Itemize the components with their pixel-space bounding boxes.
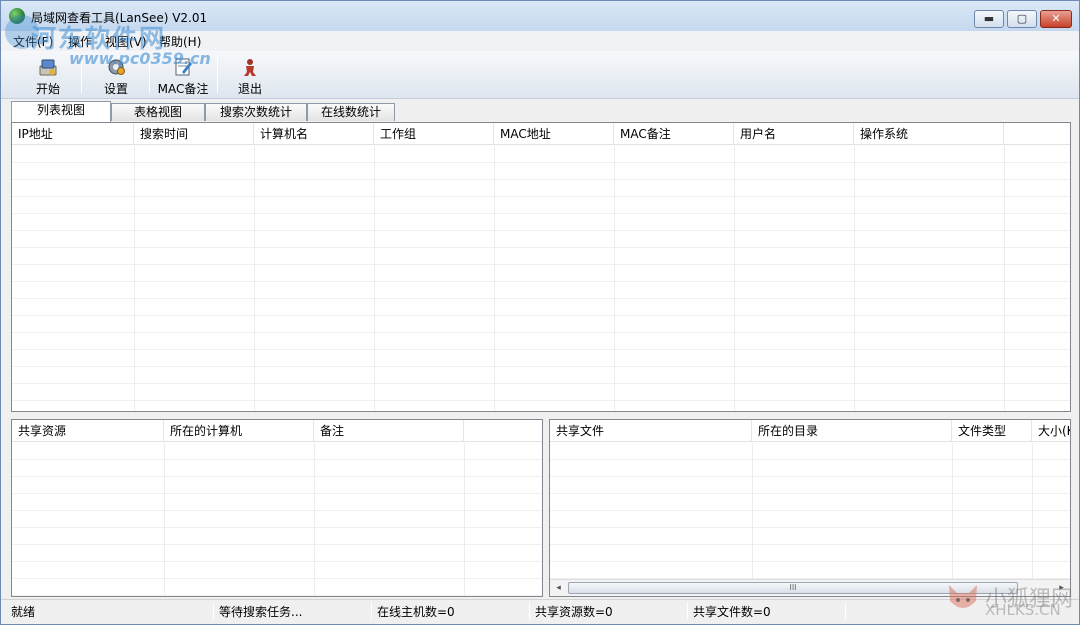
shared-resources-list[interactable]: 共享资源 所在的计算机 备注 <box>11 419 543 597</box>
grid-line <box>614 146 615 411</box>
shared-files-header: 共享文件 所在的目录 文件类型 大小(K <box>550 420 1070 442</box>
column-search-time[interactable]: 搜索时间 <box>134 123 254 145</box>
main-window: 局域网查看工具(LanSee) V2.01 ▬ ▢ ✕ 文件(F) 操作 视图(… <box>0 0 1080 625</box>
column-mac-note[interactable]: MAC备注 <box>614 123 734 145</box>
start-label: 开始 <box>35 82 60 96</box>
status-state: 就绪 <box>11 605 36 619</box>
grid-line <box>734 146 735 411</box>
tab-online-stats[interactable]: 在线数统计 <box>307 103 395 121</box>
shared-files-rows <box>550 443 1070 579</box>
mac-note-label: MAC备注 <box>157 82 209 96</box>
column-directory[interactable]: 所在的目录 <box>752 420 952 442</box>
maximize-button[interactable]: ▢ <box>1007 10 1037 28</box>
column-ip-address[interactable]: IP地址 <box>12 123 134 145</box>
exit-icon <box>244 59 256 76</box>
fox-logo-icon <box>949 585 977 608</box>
shared-resources-header: 共享资源 所在的计算机 备注 <box>12 420 542 442</box>
shared-files-list[interactable]: 共享文件 所在的目录 文件类型 大小(K ◂ III ▸ <box>549 419 1071 597</box>
grid-line <box>952 443 953 579</box>
status-separator <box>371 602 372 620</box>
status-shared-resources: 共享资源数=0 <box>535 605 613 619</box>
scroll-left-icon[interactable]: ◂ <box>550 580 567 596</box>
view-tabs: 列表视图 表格视图 搜索次数统计 在线数统计 <box>9 101 1071 122</box>
hosts-list-rows <box>12 146 1070 411</box>
grid-line <box>464 443 465 596</box>
start-icon <box>39 59 57 76</box>
watermark-brand-en: XHLKS.CN <box>985 601 1061 619</box>
column-username[interactable]: 用户名 <box>734 123 854 145</box>
grid-line <box>854 146 855 411</box>
grid-line <box>374 146 375 411</box>
status-separator <box>687 602 688 620</box>
close-button[interactable]: ✕ <box>1040 10 1072 28</box>
tab-search-stats[interactable]: 搜索次数统计 <box>205 103 307 121</box>
grid-line <box>494 146 495 411</box>
grid-line <box>752 443 753 579</box>
column-file-type[interactable]: 文件类型 <box>952 420 1032 442</box>
toolbar-separator <box>217 57 218 93</box>
column-mac-address[interactable]: MAC地址 <box>494 123 614 145</box>
column-os[interactable]: 操作系统 <box>854 123 1004 145</box>
grid-line <box>1004 146 1005 411</box>
status-separator <box>529 602 530 620</box>
column-size[interactable]: 大小(K <box>1032 420 1070 442</box>
tab-list-view[interactable]: 列表视图 <box>11 101 111 122</box>
status-task: 等待搜索任务... <box>219 605 303 619</box>
settings-label: 设置 <box>103 82 128 96</box>
grid-line <box>164 443 165 596</box>
column-host-computer[interactable]: 所在的计算机 <box>164 420 314 442</box>
tab-table-view[interactable]: 表格视图 <box>111 103 205 121</box>
hosts-list[interactable]: IP地址 搜索时间 计算机名 工作组 MAC地址 MAC备注 用户名 操作系统 <box>11 122 1071 412</box>
column-computer-name[interactable]: 计算机名 <box>254 123 374 145</box>
status-separator <box>845 602 846 620</box>
minimize-button[interactable]: ▬ <box>974 10 1004 28</box>
shared-resources-rows <box>12 443 542 596</box>
column-shared-resource[interactable]: 共享资源 <box>12 420 164 442</box>
grid-line <box>134 146 135 411</box>
status-bar: 就绪 等待搜索任务... 在线主机数=0 共享资源数=0 共享文件数=0 <box>1 599 1079 624</box>
grid-line <box>254 146 255 411</box>
watermark-site-url: www.pc0359.cn <box>69 49 211 68</box>
status-shared-files: 共享文件数=0 <box>693 605 771 619</box>
column-workgroup[interactable]: 工作组 <box>374 123 494 145</box>
status-online-hosts: 在线主机数=0 <box>377 605 455 619</box>
exit-label: 退出 <box>237 82 262 96</box>
grid-line <box>1032 443 1033 579</box>
column-remark[interactable]: 备注 <box>314 420 464 442</box>
grid-line <box>314 443 315 596</box>
hosts-list-header: IP地址 搜索时间 计算机名 工作组 MAC地址 MAC备注 用户名 操作系统 <box>12 123 1070 145</box>
column-shared-file[interactable]: 共享文件 <box>550 420 752 442</box>
status-separator <box>213 602 214 620</box>
exit-button[interactable]: 退出 <box>221 53 279 97</box>
